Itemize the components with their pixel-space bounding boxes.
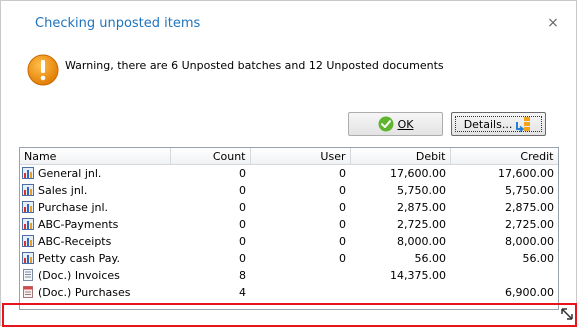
- dialog-title: Checking unposted items: [35, 16, 201, 31]
- table-row[interactable]: General jnl. 0 0 17,600.00 17,600.00: [20, 165, 558, 183]
- batch-icon: [22, 167, 34, 179]
- row-user: 0: [339, 252, 346, 265]
- table-row[interactable]: ABC-Payments 0 0 2,725.00 2,725.00: [20, 216, 558, 233]
- row-debit: 56.00: [414, 252, 447, 265]
- resize-grip-icon[interactable]: [559, 306, 575, 322]
- row-count: 4: [239, 286, 246, 299]
- row-credit: [450, 267, 558, 284]
- ok-button[interactable]: OK: [348, 112, 443, 136]
- row-count: 0: [239, 218, 246, 231]
- column-header-name[interactable]: Name: [20, 148, 171, 165]
- row-name: ABC-Receipts: [38, 235, 112, 248]
- row-debit: [350, 284, 450, 301]
- row-user: 0: [339, 218, 346, 231]
- details-button[interactable]: Details...: [451, 112, 546, 136]
- row-credit: 8,000.00: [505, 235, 554, 248]
- check-icon: [378, 116, 394, 132]
- row-name: (Doc.) Invoices: [38, 269, 120, 282]
- batch-icon: [22, 201, 34, 213]
- focus-rectangle: [455, 116, 542, 132]
- row-name: Purchase jnl.: [38, 201, 109, 214]
- row-credit: 5,750.00: [505, 184, 554, 197]
- row-debit: 17,600.00: [390, 167, 446, 180]
- row-name: (Doc.) Purchases: [38, 286, 131, 299]
- checking-unposted-dialog: Checking unposted items × Warning, there…: [0, 0, 577, 327]
- row-count: 8: [239, 269, 246, 282]
- highlight-frame: [2, 303, 577, 327]
- row-user: 0: [339, 167, 346, 180]
- row-name: General jnl.: [38, 167, 102, 180]
- row-name: Sales jnl.: [38, 184, 88, 197]
- warning-icon: [27, 54, 59, 86]
- row-user: [250, 267, 350, 284]
- row-count: 0: [239, 235, 246, 248]
- row-count: 0: [239, 167, 246, 180]
- row-count: 0: [239, 252, 246, 265]
- row-debit: 14,375.00: [390, 269, 446, 282]
- row-debit: 8,000.00: [397, 235, 446, 248]
- row-user: [250, 284, 350, 301]
- row-name: Petty cash Pay.: [38, 252, 120, 265]
- row-credit: 2,875.00: [505, 201, 554, 214]
- row-count: 0: [239, 201, 246, 214]
- batch-icon: [22, 235, 34, 247]
- table-row[interactable]: (Doc.) Invoices 8 14,375.00: [20, 267, 558, 284]
- row-debit: 2,875.00: [397, 201, 446, 214]
- table-row[interactable]: Sales jnl. 0 0 5,750.00 5,750.00: [20, 182, 558, 199]
- invoice-doc-icon: [23, 269, 33, 281]
- row-count: 0: [239, 184, 246, 197]
- row-user: 0: [339, 201, 346, 214]
- batch-icon: [22, 252, 34, 264]
- unposted-items-table[interactable]: Name Count User Debit Credit General jnl…: [19, 147, 559, 310]
- table-row[interactable]: (Doc.) Purchases 4 6,900.00: [20, 284, 558, 301]
- row-debit: 2,725.00: [397, 218, 446, 231]
- column-header-credit[interactable]: Credit: [450, 148, 558, 165]
- batch-icon: [22, 218, 34, 230]
- row-name: ABC-Payments: [38, 218, 119, 231]
- batch-icon: [22, 184, 34, 196]
- row-credit: 17,600.00: [498, 167, 554, 180]
- row-debit: 5,750.00: [397, 184, 446, 197]
- row-user: 0: [339, 235, 346, 248]
- column-header-user[interactable]: User: [250, 148, 351, 165]
- row-credit: 56.00: [522, 252, 555, 265]
- purchase-doc-icon: [23, 286, 33, 298]
- table-row[interactable]: Purchase jnl. 0 0 2,875.00 2,875.00: [20, 199, 558, 216]
- column-header-count[interactable]: Count: [170, 148, 251, 165]
- warning-message: Warning, there are 6 Unposted batches an…: [65, 59, 444, 72]
- table-row[interactable]: ABC-Receipts 0 0 8,000.00 8,000.00: [20, 233, 558, 250]
- row-credit: 2,725.00: [505, 218, 554, 231]
- row-credit: 6,900.00: [505, 286, 554, 299]
- close-icon[interactable]: ×: [546, 16, 560, 30]
- table-row[interactable]: Petty cash Pay. 0 0 56.00 56.00: [20, 250, 558, 267]
- ok-button-label: OK: [397, 117, 414, 131]
- column-header-debit[interactable]: Debit: [350, 148, 451, 165]
- row-user: 0: [339, 184, 346, 197]
